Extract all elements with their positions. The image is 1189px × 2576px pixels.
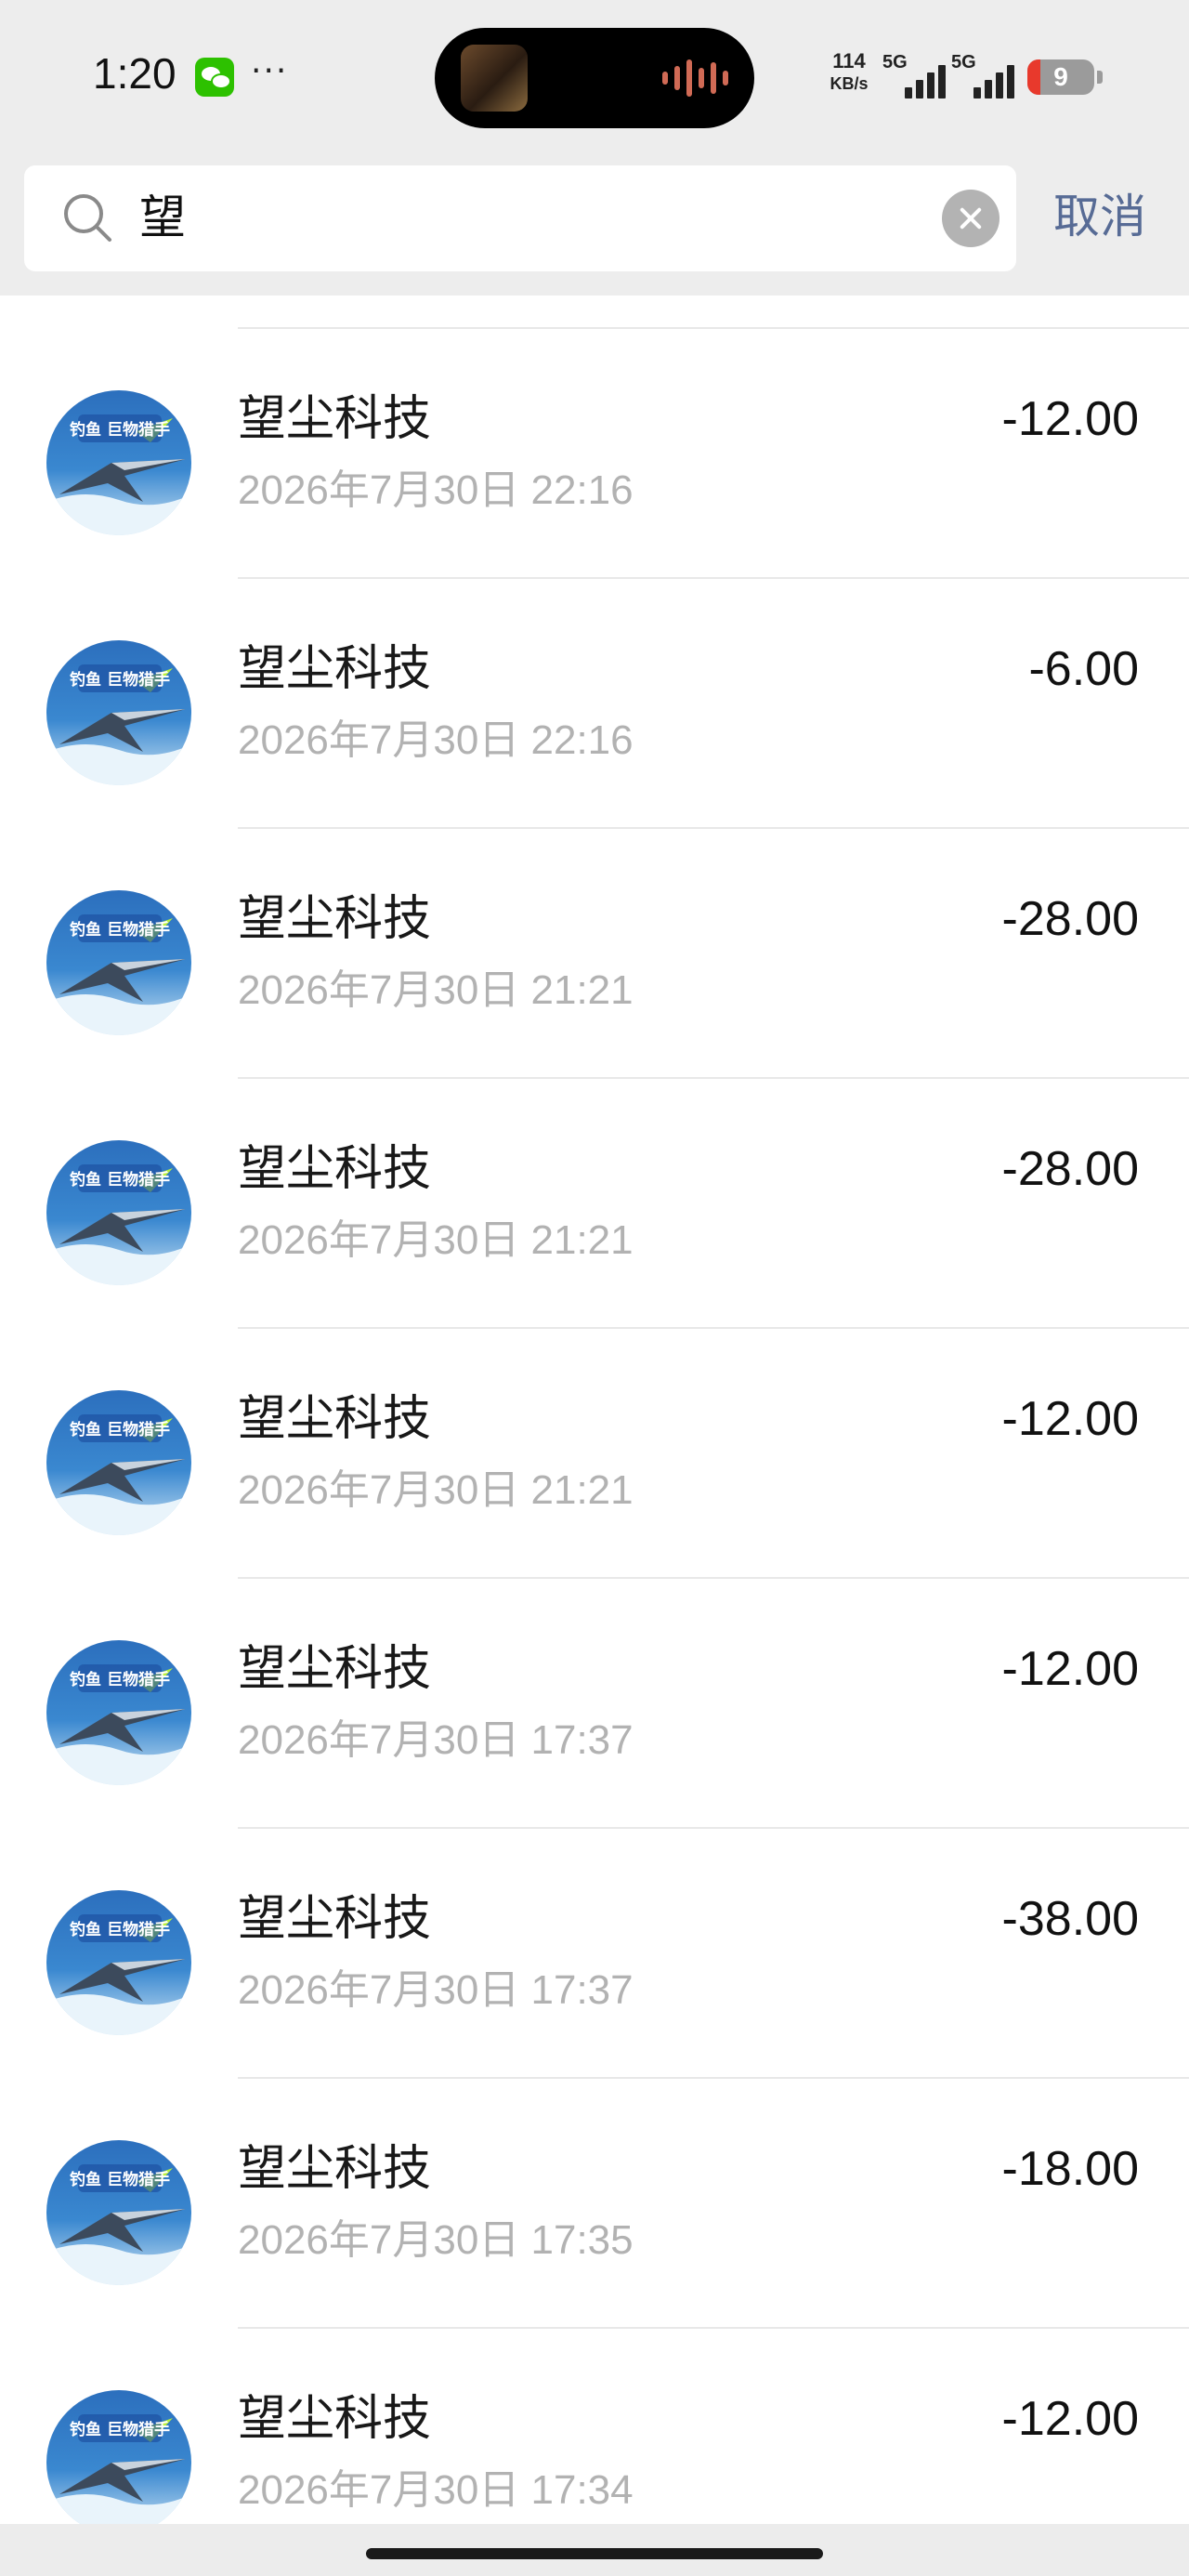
transaction-date: 2026年7月30日 21:21 xyxy=(238,967,634,1013)
merchant-name: 望尘科技 xyxy=(238,2391,432,2447)
battery-icon: 9 xyxy=(1027,59,1094,95)
music-thumbnail-icon xyxy=(461,45,528,112)
dynamic-island[interactable] xyxy=(435,28,754,128)
merchant-name: 望尘科技 xyxy=(238,1891,432,1947)
transaction-amount: -12.00 xyxy=(1001,392,1139,446)
merchant-avatar: 钓鱼 巨物猎手 xyxy=(46,1140,191,1285)
merchant-avatar: 钓鱼 巨物猎手 xyxy=(46,890,191,1035)
battery-level: 9 xyxy=(1053,62,1068,91)
transaction-amount: -12.00 xyxy=(1001,1642,1139,1696)
avatar-logo-text: 钓鱼 巨物猎手 xyxy=(70,1670,170,1689)
merchant-name: 望尘科技 xyxy=(238,1141,432,1197)
transaction-date: 2026年7月30日 22:16 xyxy=(238,717,634,763)
transaction-amount: -6.00 xyxy=(1028,642,1139,696)
wechat-icon xyxy=(195,58,234,97)
home-indicator[interactable] xyxy=(366,2548,823,2559)
avatar-logo-text: 钓鱼 巨物猎手 xyxy=(70,920,170,940)
merchant-name: 望尘科技 xyxy=(238,891,432,947)
list-item[interactable]: 钓鱼 巨物猎手 望尘科技 2026年7月30日 22:16 -6.00 xyxy=(0,579,1189,829)
header: 1:20 ··· 114 KB/s 5G 5G 9 望 取消 xyxy=(0,0,1189,296)
transaction-date: 2026年7月30日 17:34 xyxy=(238,2467,634,2513)
list-item[interactable]: 钓鱼 巨物猎手 望尘科技 2026年7月30日 17:35 -18.00 xyxy=(0,2079,1189,2329)
avatar-logo-text: 钓鱼 巨物猎手 xyxy=(70,420,170,440)
transaction-date: 2026年7月30日 22:16 xyxy=(238,467,634,513)
list-item[interactable]: 钓鱼 巨物猎手 望尘科技 2026年7月30日 21:21 -28.00 xyxy=(0,1079,1189,1329)
battery-tip xyxy=(1097,71,1103,84)
merchant-avatar: 钓鱼 巨物猎手 xyxy=(46,640,191,785)
merchant-name: 望尘科技 xyxy=(238,641,432,697)
transaction-date: 2026年7月30日 17:35 xyxy=(238,2217,634,2263)
sim2-network-type: 5G xyxy=(951,52,976,72)
merchant-name: 望尘科技 xyxy=(238,2141,432,2197)
cancel-button[interactable]: 取消 xyxy=(1053,186,1146,247)
bill-search-screen: 1:20 ··· 114 KB/s 5G 5G 9 望 取消 钓鱼 巨物猎手 望… xyxy=(0,0,1189,2576)
list-item[interactable]: 钓鱼 巨物猎手 望尘科技 2026年7月30日 17:37 -12.00 xyxy=(0,1579,1189,1829)
search-icon xyxy=(64,194,111,242)
transaction-date: 2026年7月30日 17:37 xyxy=(238,1717,634,1763)
clear-icon[interactable] xyxy=(942,190,1000,247)
search-input[interactable]: 望 xyxy=(24,165,1016,271)
transaction-date: 2026年7月30日 21:21 xyxy=(238,1467,634,1513)
transaction-amount: -28.00 xyxy=(1001,892,1139,946)
transaction-date: 2026年7月30日 17:37 xyxy=(238,1967,634,2013)
network-speed-unit: KB/s xyxy=(830,74,869,93)
transaction-amount: -28.00 xyxy=(1001,1142,1139,1196)
avatar-logo-text: 钓鱼 巨物猎手 xyxy=(70,1920,170,1939)
transaction-amount: -18.00 xyxy=(1001,2142,1139,2196)
status-bar: 1:20 ··· 114 KB/s 5G 5G 9 xyxy=(0,0,1189,158)
merchant-avatar: 钓鱼 巨物猎手 xyxy=(46,390,191,535)
merchant-avatar: 钓鱼 巨物猎手 xyxy=(46,1890,191,2035)
avatar-logo-text: 钓鱼 巨物猎手 xyxy=(70,2420,170,2439)
merchant-name: 望尘科技 xyxy=(238,1641,432,1697)
merchant-avatar: 钓鱼 巨物猎手 xyxy=(46,2140,191,2285)
transaction-amount: -38.00 xyxy=(1001,1892,1139,1946)
list-item[interactable]: 钓鱼 巨物猎手 望尘科技 2026年7月30日 21:21 -28.00 xyxy=(0,829,1189,1079)
search-query: 望 xyxy=(139,191,186,244)
merchant-avatar: 钓鱼 巨物猎手 xyxy=(46,1390,191,1535)
avatar-logo-text: 钓鱼 巨物猎手 xyxy=(70,1420,170,1439)
avatar-logo-text: 钓鱼 巨物猎手 xyxy=(70,2170,170,2189)
audio-wave-icon xyxy=(662,56,728,100)
avatar-logo-text: 钓鱼 巨物猎手 xyxy=(70,670,170,690)
list-item[interactable]: 钓鱼 巨物猎手 望尘科技 2026年7月30日 22:16 -12.00 xyxy=(0,329,1189,579)
list-item[interactable]: 钓鱼 巨物猎手 望尘科技 2026年7月30日 21:21 -12.00 xyxy=(0,1329,1189,1579)
list-item[interactable]: 钓鱼 巨物猎手 望尘科技 2026年7月30日 17:37 -38.00 xyxy=(0,1829,1189,2079)
network-speed: 114 KB/s xyxy=(821,50,877,95)
status-time: 1:20 xyxy=(93,49,176,98)
transaction-amount: -12.00 xyxy=(1001,2392,1139,2446)
sim1-network-type: 5G xyxy=(882,52,908,72)
signal-icon: 5G xyxy=(951,52,1018,99)
network-speed-value: 114 xyxy=(832,49,866,72)
merchant-avatar: 钓鱼 巨物猎手 xyxy=(46,2390,191,2535)
avatar-logo-text: 钓鱼 巨物猎手 xyxy=(70,1170,170,1189)
transaction-date: 2026年7月30日 21:21 xyxy=(238,1217,634,1263)
merchant-avatar: 钓鱼 巨物猎手 xyxy=(46,1640,191,1785)
transaction-amount: -12.00 xyxy=(1001,1392,1139,1446)
merchant-name: 望尘科技 xyxy=(238,391,432,447)
signal-icon: 5G xyxy=(882,52,949,99)
merchant-name: 望尘科技 xyxy=(238,1391,432,1447)
more-dots-icon: ··· xyxy=(251,52,289,90)
